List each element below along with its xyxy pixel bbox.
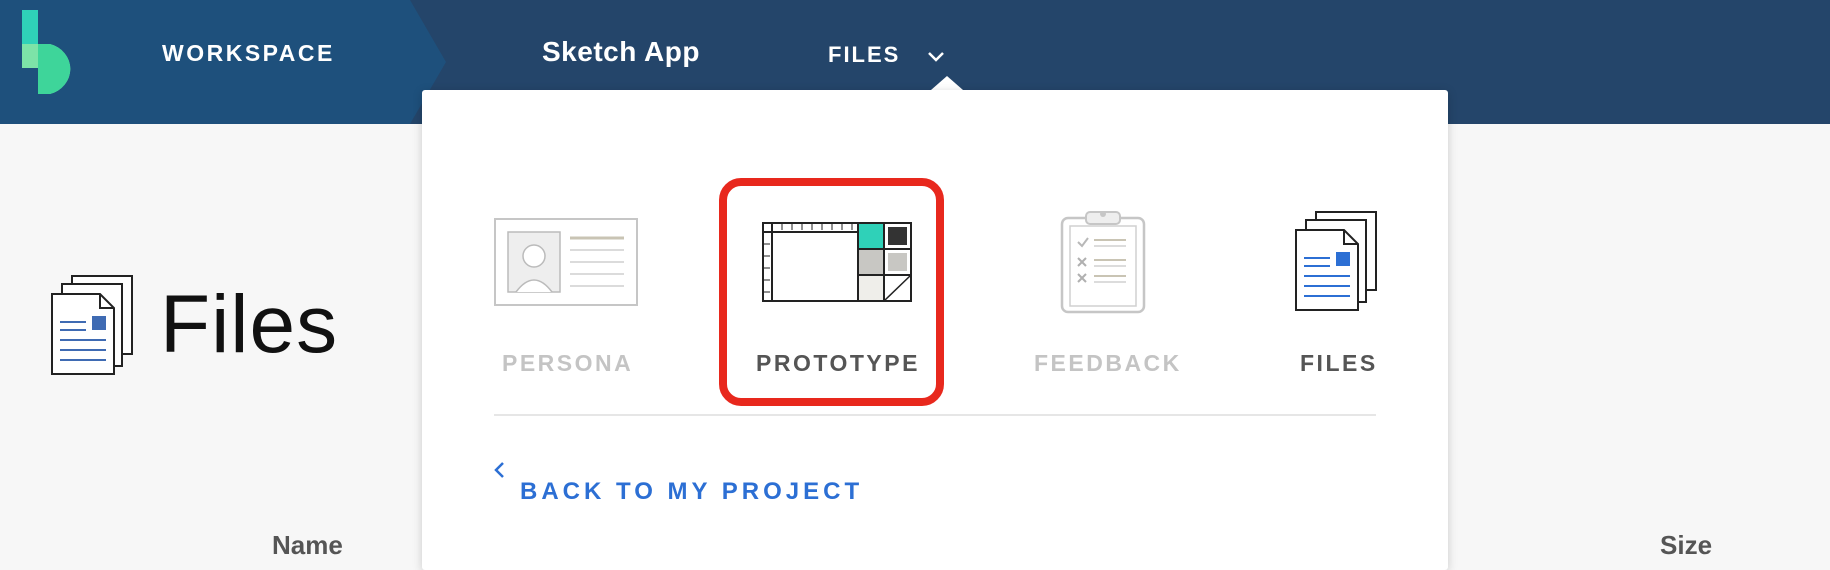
- files-menu-button[interactable]: FILES: [828, 42, 900, 68]
- back-to-project-link[interactable]: BACK TO MY PROJECT: [520, 478, 863, 506]
- column-header-size[interactable]: Size: [1660, 530, 1712, 561]
- menu-item-label: FILES: [1300, 350, 1378, 376]
- persona-card-icon: [494, 218, 638, 306]
- column-header-name[interactable]: Name: [272, 530, 343, 561]
- project-name[interactable]: Sketch App: [542, 36, 700, 68]
- menu-item-label: PERSONA: [502, 350, 634, 376]
- highlight-box: [719, 178, 944, 406]
- clipboard-checklist-icon: [1060, 211, 1146, 314]
- dropdown-pointer: [931, 76, 963, 90]
- workspace-label[interactable]: WORKSPACE: [162, 40, 335, 67]
- chevron-down-icon[interactable]: [926, 50, 946, 64]
- files-document-icon: [51, 275, 133, 375]
- chevron-left-icon[interactable]: [492, 460, 506, 480]
- divider: [494, 414, 1376, 416]
- page-title: Files: [160, 279, 339, 370]
- files-dropdown-menu: PERSONA PROTOTYPE FEEDBACK FILES BACK TO…: [422, 90, 1448, 570]
- menu-item-label: FEEDBACK: [1034, 350, 1182, 376]
- app-logo-icon[interactable]: [20, 10, 80, 94]
- files-document-icon: [1295, 211, 1377, 311]
